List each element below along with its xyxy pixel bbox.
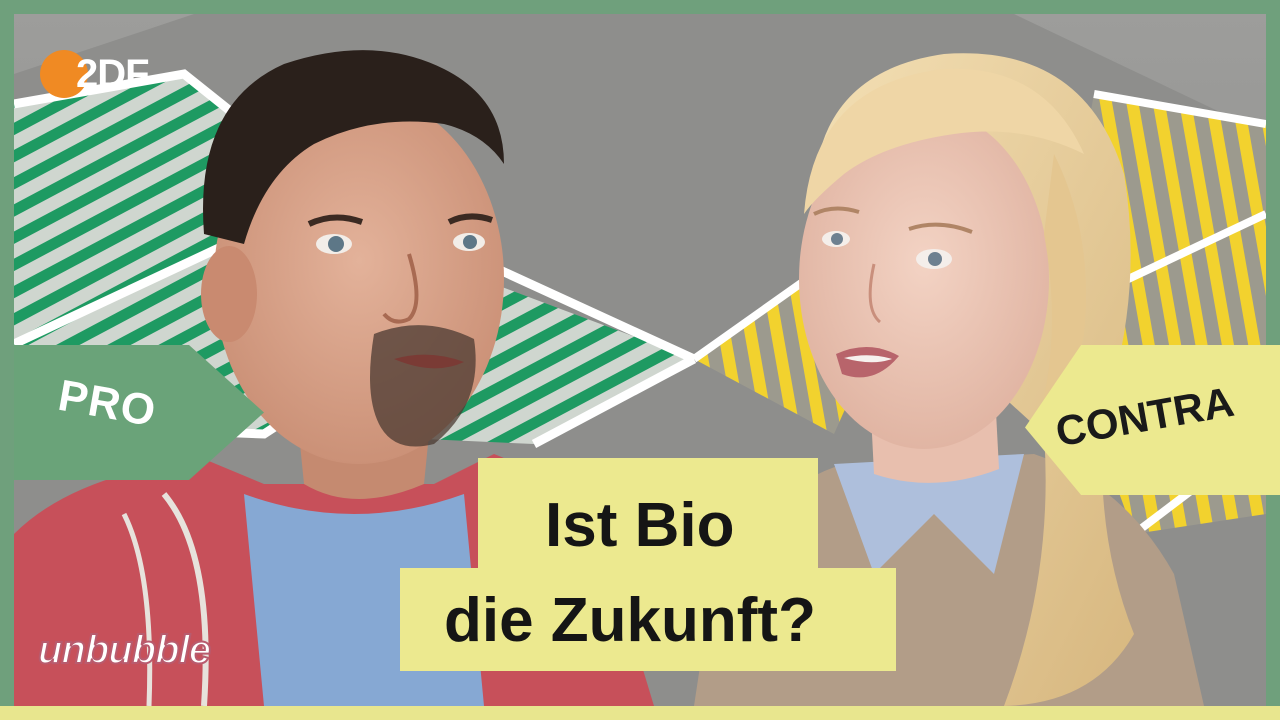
- headline-line1: Ist Bio: [545, 491, 735, 560]
- show-brand-label: unbubble: [37, 627, 212, 673]
- pro-tag: PRO: [14, 345, 264, 480]
- contra-tag: CONTRA: [1025, 345, 1280, 495]
- show-brand: unbubble: [37, 627, 268, 678]
- bottom-strip: [0, 706, 1280, 720]
- broadcaster-logo: 2DF: [40, 50, 190, 98]
- logo-text: 2DF: [76, 52, 150, 96]
- thumbnail-frame: 2DF PRO CONTRA Ist Bio die Zukunft? unbu…: [0, 0, 1280, 720]
- headline-line2: die Zukunft?: [444, 586, 816, 655]
